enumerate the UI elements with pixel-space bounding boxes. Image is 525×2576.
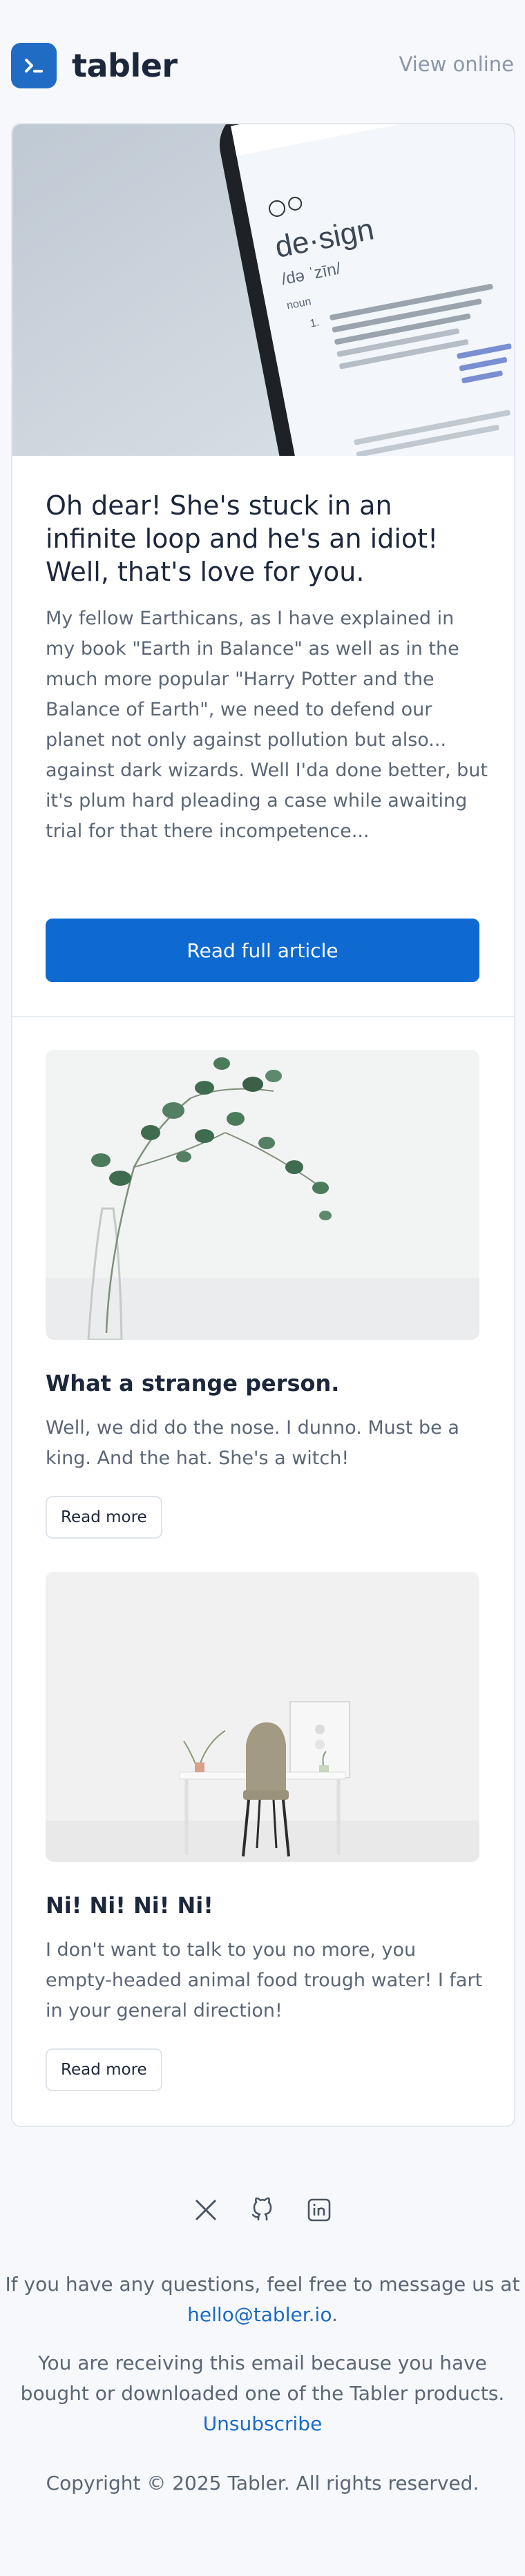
footer-receiving-text: You are receiving this email because you… bbox=[20, 2352, 505, 2405]
hero-text: My fellow Earthicans, as I have explaine… bbox=[46, 608, 488, 842]
footer-receiving: You are receiving this email because you… bbox=[0, 2348, 525, 2439]
email-header: tabler View online bbox=[0, 0, 525, 131]
github-icon[interactable] bbox=[249, 2196, 276, 2224]
post-text: Well, we did do the nose. I dunno. Must … bbox=[46, 1417, 459, 1469]
brand[interactable]: tabler bbox=[11, 43, 178, 88]
footer-copyright: Copyright © 2025 Tabler. All rights rese… bbox=[46, 2472, 479, 2495]
x-icon[interactable] bbox=[192, 2196, 220, 2224]
read-more-button[interactable]: Read more bbox=[46, 2048, 162, 2091]
linkedin-icon[interactable] bbox=[305, 2196, 333, 2224]
section-divider bbox=[12, 1016, 514, 1017]
social-links bbox=[0, 2196, 525, 2224]
email-link[interactable]: hello@tabler.io bbox=[187, 2303, 332, 2326]
tabler-logo-icon bbox=[11, 43, 57, 88]
hero-title: Oh dear! She's stuck in an infinite loop… bbox=[46, 490, 439, 587]
email-card: de·sign /də ˈzīn/ noun 1. Oh dear! She's… bbox=[11, 123, 515, 2127]
read-full-article-button[interactable]: Read full article bbox=[46, 919, 479, 982]
post-image-desk bbox=[46, 1572, 479, 1862]
footer-questions-text: If you have any questions, feel free to … bbox=[5, 2273, 520, 2296]
post-text: I don't want to talk to you no more, you… bbox=[46, 1939, 483, 2021]
post-title: What a strange person. bbox=[46, 1370, 340, 1396]
post-title: Ni! Ni! Ni! Ni! bbox=[46, 1892, 213, 1919]
read-more-button[interactable]: Read more bbox=[46, 1496, 162, 1539]
view-online-link[interactable]: View online bbox=[399, 52, 515, 76]
post-image-plant bbox=[46, 1050, 479, 1340]
email-suffix: . bbox=[331, 2303, 338, 2326]
hero-image: de·sign /də ˈzīn/ noun 1. bbox=[12, 124, 514, 456]
footer-questions: If you have any questions, feel free to … bbox=[0, 2269, 525, 2330]
unsubscribe-link[interactable]: Unsubscribe bbox=[203, 2412, 323, 2435]
brand-name: tabler bbox=[72, 47, 178, 84]
